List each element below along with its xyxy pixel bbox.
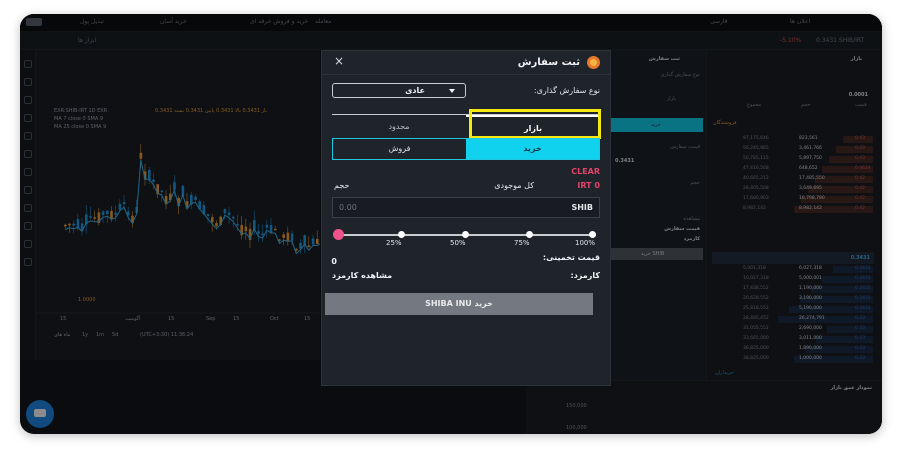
close-icon[interactable]: × [334,54,344,68]
view-fee-link[interactable]: مشاهده کارمزد [332,271,392,280]
amount-input[interactable]: SHIB 0.00 [332,197,600,218]
amount-placeholder: 0.00 [339,203,357,212]
order-type-select[interactable]: عادی [332,83,466,98]
slider-mark: 75% [514,239,530,247]
balance-label: کل موجودی [494,181,534,190]
sell-toggle-button[interactable]: فروش [333,139,466,159]
modal-header: ثبت سفارش × [322,51,610,75]
order-type-label: نوع سفارش گذاری: [533,86,600,95]
volume-label: حجم [334,181,350,190]
side-toggle: خرید فروش [332,138,600,160]
buy-toggle-button[interactable]: خرید [466,139,599,159]
highlight-annotation [469,109,601,139]
slider-mark: 25% [386,239,402,247]
estimated-price-value: 0 [331,257,337,266]
fee-label: کارمزد: [570,271,601,280]
chevron-down-icon [449,89,455,93]
slider-mark: 100% [575,239,596,247]
percent-slider[interactable] [333,229,596,241]
buy-submit-button[interactable]: خرید SHIBA INU [325,293,593,315]
slider-mark: 50% [450,239,466,247]
slider-step-75[interactable] [526,231,533,238]
order-type-value: عادی [405,86,425,95]
clear-button[interactable]: CLEAR [571,167,600,176]
balance-value: IRT 0 [577,181,600,190]
modal-title: ثبت سفارش [517,57,580,68]
slider-handle[interactable] [333,229,344,240]
amount-unit: SHIB [571,203,593,212]
estimated-price-label: قیمت تخمینی: [542,253,600,262]
slider-step-50[interactable] [462,231,469,238]
slider-step-25[interactable] [398,231,405,238]
shiba-coin-icon [587,56,600,69]
order-modal: ثبت سفارش × نوع سفارش گذاری: عادی بازار … [321,50,611,386]
slider-step-100[interactable] [589,231,596,238]
